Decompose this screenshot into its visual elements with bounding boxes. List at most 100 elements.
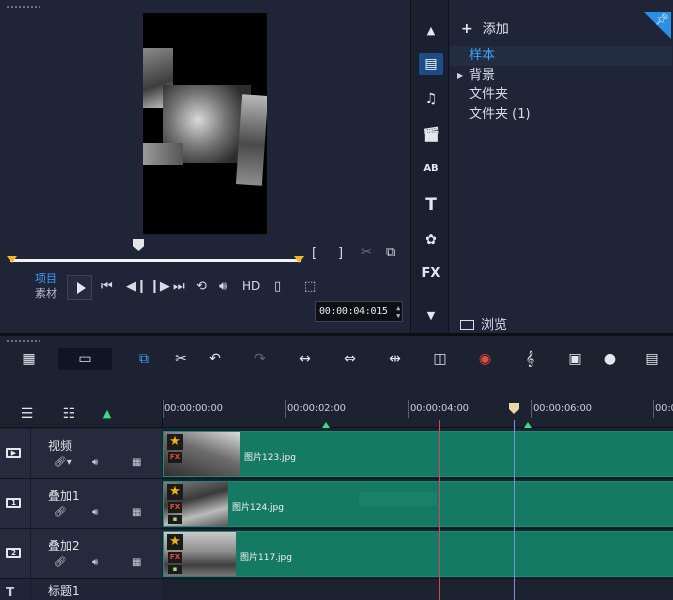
panel-grip[interactable] [6, 5, 40, 9]
ripple-icon[interactable]: ◫ [427, 348, 453, 370]
enlarge-preview-icon[interactable]: ⧉ [386, 245, 395, 260]
timeline-clip[interactable]: ★ FX ▪ 图片117.jpg [163, 531, 673, 577]
library-folder-list: 样本 ▶ 背景 文件夹 文件夹 (1) [450, 46, 672, 124]
library-item-label: 文件夹 (1) [469, 106, 531, 122]
hd-toggle[interactable]: HD [242, 279, 260, 293]
mode-switch[interactable]: 项目 素材 [35, 271, 57, 301]
storyboard-view-icon[interactable]: ▦ [16, 348, 42, 370]
overlay-track-icon[interactable]: 1 [6, 498, 21, 508]
overlay-track-icon[interactable]: 2 [6, 548, 21, 558]
ripple-edit-icon[interactable]: ▦ [132, 507, 141, 518]
aspect-ratio-icon[interactable]: ▯ [274, 279, 281, 294]
library-item-sample[interactable]: 样本 [450, 46, 672, 66]
repeat-icon[interactable]: ⟲ [196, 279, 207, 294]
track-manager-icon[interactable]: ● [597, 348, 623, 370]
expand-arrow-icon[interactable]: ▶ [457, 66, 463, 86]
play-button[interactable] [67, 275, 92, 300]
ripple-edit-icon[interactable]: ▦ [132, 557, 141, 568]
audio-mixer-icon[interactable]: 𝄞 [517, 348, 543, 370]
track-lane[interactable]: ★ FX 图片123.jpg [162, 429, 673, 479]
trim-end-marker[interactable] [294, 256, 304, 263]
track-lane[interactable]: ★ FX ▪ 图片117.jpg [162, 529, 673, 579]
timecode-field[interactable]: 00:00:04:015 ▲ ▼ [315, 301, 403, 322]
project-mode-label[interactable]: 项目 [35, 271, 57, 286]
fit-timeline-icon[interactable]: ↔ [292, 348, 318, 370]
fx-icon: FX [168, 452, 182, 463]
link-icon[interactable]: 🔗︎▾ [54, 457, 72, 468]
graphics-icon[interactable]: ✿ [419, 229, 443, 251]
add-media-icon[interactable]: ⧉ [131, 348, 157, 370]
next-frame-icon[interactable]: ❙▶ [149, 279, 170, 294]
redo-icon[interactable]: ↷ [247, 348, 273, 370]
toolbar-grip[interactable] [6, 339, 40, 343]
scissors-icon[interactable]: ✂ [361, 245, 372, 260]
track-name: 叠加1 [48, 489, 80, 503]
preview-window [143, 13, 267, 234]
timeline-clip[interactable]: ★ FX 图片123.jpg [163, 431, 673, 477]
mark-out-button[interactable]: ] [338, 246, 343, 261]
end-icon[interactable]: ⏭ [173, 279, 185, 294]
clip-name: 图片123.jpg [244, 453, 296, 463]
title-track-icon[interactable]: T [6, 585, 14, 599]
cue-marker[interactable] [322, 422, 330, 428]
previous-frame-icon[interactable]: ◀❙ [126, 279, 147, 294]
home-icon[interactable]: ⏮ [101, 279, 113, 294]
ripple-edit-icon[interactable]: ▦ [132, 457, 141, 468]
subtitle-icon[interactable]: ▤ [639, 348, 665, 370]
cue-marker[interactable] [524, 422, 532, 428]
instant-project-icon[interactable]: 🎬︎ [419, 124, 443, 146]
tools-icon[interactable]: ✂ [168, 348, 194, 370]
link-icon[interactable]: 🔗︎ [54, 507, 67, 518]
link-icon[interactable]: 🔗︎ [54, 557, 67, 568]
media-icon[interactable]: ▤ [419, 53, 443, 75]
undo-icon[interactable]: ↶ [202, 348, 228, 370]
track-name: 视频 [48, 439, 73, 453]
add-folder-button[interactable]: + 添加 [461, 18, 509, 37]
mute-icon[interactable]: 🔊︎ [92, 557, 98, 568]
timeline-clip[interactable]: ★ FX ▪ 图片124.jpg [163, 481, 673, 527]
plus-icon: + [461, 21, 473, 37]
record-icon[interactable]: ◉ [472, 348, 498, 370]
multicam-icon[interactable]: ▣ [562, 348, 588, 370]
scroll-down-icon[interactable]: ▼ [419, 305, 443, 327]
volume-icon[interactable]: 🔊︎ [219, 279, 227, 294]
scroll-up-icon[interactable]: ▲ [419, 20, 443, 42]
mute-icon[interactable]: 🔊︎ [92, 457, 98, 468]
track-overlay-1: 1 叠加1 🔗︎ 🔊︎ ▦ ★ FX ▪ 图片124.jpg [0, 479, 673, 529]
mark-in-button[interactable]: [ [312, 246, 317, 261]
crop-icon[interactable]: ⬚ [304, 279, 316, 294]
time-ruler[interactable]: 00:00:00:00 00:00:02:00 00:00:04:00 00:0… [162, 400, 673, 428]
star-icon: ★ [167, 484, 183, 500]
video-track-icon[interactable]: ▶ [6, 448, 21, 458]
track-lane[interactable]: ★ FX ▪ 图片124.jpg [162, 479, 673, 529]
library-item-folder-1[interactable]: 文件夹 (1) [450, 105, 672, 125]
cue-marker-icon[interactable]: ▲ [94, 403, 120, 425]
track-sort-icon[interactable]: ☷ [56, 403, 82, 425]
timecode-spinner[interactable]: ▲ ▼ [396, 304, 400, 320]
timeline-toolbar: ▦ ▭ ⧉ ✂ ↶ ↷ ↔ ⇔ ⇹ ◫ ◉ 𝄞 ▣ ● ▤ [0, 336, 673, 400]
mute-icon[interactable]: 🔊︎ [92, 507, 98, 518]
split-icon[interactable]: ⇹ [382, 348, 408, 370]
star-icon: ★ [167, 434, 183, 450]
clip-mode-label[interactable]: 素材 [35, 286, 57, 301]
music-icon[interactable]: ♫ [419, 88, 443, 110]
trim-bar[interactable] [7, 256, 304, 266]
ruler-tick [285, 400, 286, 418]
playhead-marker-line [514, 420, 515, 600]
pin-icon[interactable]: 📌︎ [644, 12, 671, 39]
library-item-background[interactable]: ▶ 背景 [450, 66, 672, 86]
library-item-label: 背景 [469, 67, 496, 83]
title-icon[interactable]: T [419, 194, 443, 216]
track-lane[interactable] [162, 579, 673, 600]
timeline-view-icon[interactable]: ▭ [58, 348, 112, 370]
browse-button[interactable]: 浏览 [460, 314, 507, 333]
timeline-playhead-handle[interactable] [509, 403, 519, 414]
trim-start-marker[interactable] [7, 256, 17, 263]
filter-icon[interactable]: FX [419, 263, 443, 285]
transition-icon[interactable]: AB [419, 158, 443, 180]
library-item-folder[interactable]: 文件夹 [450, 85, 672, 105]
preview-scrubber-handle[interactable] [133, 239, 144, 251]
track-list-icon[interactable]: ☰ [14, 403, 40, 425]
fit-project-icon[interactable]: ⇔ [337, 348, 363, 370]
track-header: ▶ 视频 🔗︎▾ 🔊︎ ▦ [0, 429, 162, 479]
